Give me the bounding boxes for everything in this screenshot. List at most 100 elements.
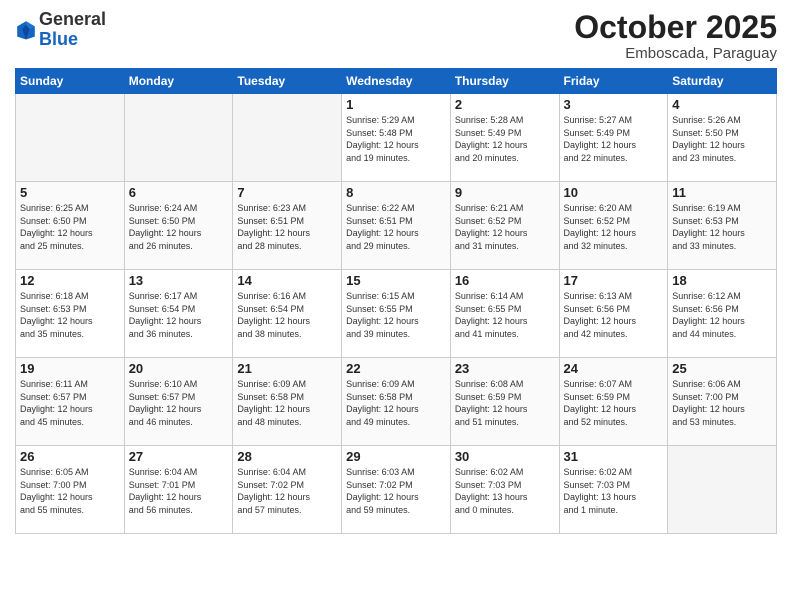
logo-icon: [15, 19, 37, 41]
day-info: Sunrise: 6:10 AM Sunset: 6:57 PM Dayligh…: [129, 378, 229, 428]
day-info: Sunrise: 6:09 AM Sunset: 6:58 PM Dayligh…: [346, 378, 446, 428]
weekday-header-thursday: Thursday: [450, 69, 559, 94]
calendar-cell: 1Sunrise: 5:29 AM Sunset: 5:48 PM Daylig…: [342, 94, 451, 182]
weekday-header-tuesday: Tuesday: [233, 69, 342, 94]
day-number: 28: [237, 449, 337, 464]
day-info: Sunrise: 5:29 AM Sunset: 5:48 PM Dayligh…: [346, 114, 446, 164]
day-number: 22: [346, 361, 446, 376]
day-number: 15: [346, 273, 446, 288]
calendar-cell: 8 Sunrise: 6:22 AM Sunset: 6:51 PM Daylig…: [342, 182, 451, 270]
calendar-cell: 28 Sunrise: 6:04 AM Sunset: 7:02 PM Dayli…: [233, 446, 342, 534]
calendar-cell: 15 Sunrise: 6:15 AM Sunset: 6:55 PM Dayli…: [342, 270, 451, 358]
week-row-3: 12 Sunrise: 6:18 AM Sunset: 6:53 PM Dayli…: [16, 270, 777, 358]
calendar-cell: 25Sunrise: 6:06 AM Sunset: 7:00 PM Dayli…: [668, 358, 777, 446]
day-info: Sunrise: 6:14 AM Sunset: 6:55 PM Dayligh…: [455, 290, 555, 340]
calendar-cell: 31 Sunrise: 6:02 AM Sunset: 7:03 PM Dayli…: [559, 446, 668, 534]
day-number: 11: [672, 185, 772, 200]
calendar-table: SundayMondayTuesdayWednesdayThursdayFrid…: [15, 68, 777, 534]
day-info: Sunrise: 6:03 AM Sunset: 7:02 PM Dayligh…: [346, 466, 446, 516]
day-number: 7: [237, 185, 337, 200]
day-info: Sunrise: 5:26 AM Sunset: 5:50 PM Dayligh…: [672, 114, 772, 164]
day-number: 23: [455, 361, 555, 376]
day-number: 5: [20, 185, 120, 200]
day-info: Sunrise: 6:25 AM Sunset: 6:50 PM Dayligh…: [20, 202, 120, 252]
calendar-cell: 22 Sunrise: 6:09 AM Sunset: 6:58 PM Dayli…: [342, 358, 451, 446]
day-info: Sunrise: 6:11 AM Sunset: 6:57 PM Dayligh…: [20, 378, 120, 428]
day-info: Sunrise: 6:09 AM Sunset: 6:58 PM Dayligh…: [237, 378, 337, 428]
day-number: 6: [129, 185, 229, 200]
location: Emboscada, Paraguay: [574, 45, 777, 62]
day-number: 19: [20, 361, 120, 376]
day-info: Sunrise: 6:04 AM Sunset: 7:02 PM Dayligh…: [237, 466, 337, 516]
day-number: 12: [20, 273, 120, 288]
calendar-cell: 6Sunrise: 6:24 AM Sunset: 6:50 PM Daylig…: [124, 182, 233, 270]
day-number: 17: [564, 273, 664, 288]
day-number: 8: [346, 185, 446, 200]
week-row-1: 1Sunrise: 5:29 AM Sunset: 5:48 PM Daylig…: [16, 94, 777, 182]
calendar-cell: 21 Sunrise: 6:09 AM Sunset: 6:58 PM Dayli…: [233, 358, 342, 446]
calendar-cell: 20 Sunrise: 6:10 AM Sunset: 6:57 PM Dayli…: [124, 358, 233, 446]
day-number: 14: [237, 273, 337, 288]
day-number: 13: [129, 273, 229, 288]
title-block: October 2025 Emboscada, Paraguay: [574, 10, 777, 62]
calendar-cell: 5 Sunrise: 6:25 AM Sunset: 6:50 PM Daylig…: [16, 182, 125, 270]
day-number: 2: [455, 97, 555, 112]
day-number: 27: [129, 449, 229, 464]
week-row-4: 19 Sunrise: 6:11 AM Sunset: 6:57 PM Dayli…: [16, 358, 777, 446]
day-info: Sunrise: 6:16 AM Sunset: 6:54 PM Dayligh…: [237, 290, 337, 340]
day-number: 29: [346, 449, 446, 464]
calendar-cell: 14 Sunrise: 6:16 AM Sunset: 6:54 PM Dayli…: [233, 270, 342, 358]
page: General Blue October 2025 Emboscada, Par…: [0, 0, 792, 612]
week-row-2: 5 Sunrise: 6:25 AM Sunset: 6:50 PM Daylig…: [16, 182, 777, 270]
day-number: 20: [129, 361, 229, 376]
weekday-header-sunday: Sunday: [16, 69, 125, 94]
calendar-cell: 30Sunrise: 6:02 AM Sunset: 7:03 PM Dayli…: [450, 446, 559, 534]
day-number: 21: [237, 361, 337, 376]
day-number: 18: [672, 273, 772, 288]
day-info: Sunrise: 6:23 AM Sunset: 6:51 PM Dayligh…: [237, 202, 337, 252]
day-info: Sunrise: 6:05 AM Sunset: 7:00 PM Dayligh…: [20, 466, 120, 516]
day-number: 24: [564, 361, 664, 376]
calendar-cell: 10Sunrise: 6:20 AM Sunset: 6:52 PM Dayli…: [559, 182, 668, 270]
header: General Blue October 2025 Emboscada, Par…: [15, 10, 777, 62]
day-info: Sunrise: 6:19 AM Sunset: 6:53 PM Dayligh…: [672, 202, 772, 252]
day-info: Sunrise: 6:13 AM Sunset: 6:56 PM Dayligh…: [564, 290, 664, 340]
weekday-header-friday: Friday: [559, 69, 668, 94]
week-row-5: 26Sunrise: 6:05 AM Sunset: 7:00 PM Dayli…: [16, 446, 777, 534]
weekday-header-row: SundayMondayTuesdayWednesdayThursdayFrid…: [16, 69, 777, 94]
day-number: 25: [672, 361, 772, 376]
calendar-cell: 13Sunrise: 6:17 AM Sunset: 6:54 PM Dayli…: [124, 270, 233, 358]
calendar-cell: 4 Sunrise: 5:26 AM Sunset: 5:50 PM Daylig…: [668, 94, 777, 182]
day-info: Sunrise: 6:02 AM Sunset: 7:03 PM Dayligh…: [564, 466, 664, 516]
calendar-cell: [16, 94, 125, 182]
calendar-cell: 2 Sunrise: 5:28 AM Sunset: 5:49 PM Daylig…: [450, 94, 559, 182]
weekday-header-wednesday: Wednesday: [342, 69, 451, 94]
calendar-cell: 3 Sunrise: 5:27 AM Sunset: 5:49 PM Daylig…: [559, 94, 668, 182]
day-info: Sunrise: 6:12 AM Sunset: 6:56 PM Dayligh…: [672, 290, 772, 340]
calendar-cell: 12 Sunrise: 6:18 AM Sunset: 6:53 PM Dayli…: [16, 270, 125, 358]
calendar-cell: 26Sunrise: 6:05 AM Sunset: 7:00 PM Dayli…: [16, 446, 125, 534]
weekday-header-saturday: Saturday: [668, 69, 777, 94]
day-info: Sunrise: 6:18 AM Sunset: 6:53 PM Dayligh…: [20, 290, 120, 340]
day-info: Sunrise: 6:15 AM Sunset: 6:55 PM Dayligh…: [346, 290, 446, 340]
day-number: 9: [455, 185, 555, 200]
logo: General Blue: [15, 10, 106, 50]
logo-blue: Blue: [39, 29, 78, 49]
day-info: Sunrise: 6:08 AM Sunset: 6:59 PM Dayligh…: [455, 378, 555, 428]
day-info: Sunrise: 6:22 AM Sunset: 6:51 PM Dayligh…: [346, 202, 446, 252]
day-info: Sunrise: 6:21 AM Sunset: 6:52 PM Dayligh…: [455, 202, 555, 252]
day-number: 31: [564, 449, 664, 464]
calendar-cell: 19 Sunrise: 6:11 AM Sunset: 6:57 PM Dayli…: [16, 358, 125, 446]
day-info: Sunrise: 5:27 AM Sunset: 5:49 PM Dayligh…: [564, 114, 664, 164]
day-info: Sunrise: 5:28 AM Sunset: 5:49 PM Dayligh…: [455, 114, 555, 164]
calendar-cell: [668, 446, 777, 534]
calendar-cell: 7 Sunrise: 6:23 AM Sunset: 6:51 PM Daylig…: [233, 182, 342, 270]
calendar-cell: 18 Sunrise: 6:12 AM Sunset: 6:56 PM Dayli…: [668, 270, 777, 358]
day-number: 4: [672, 97, 772, 112]
logo-text: General Blue: [39, 10, 106, 50]
calendar-cell: 29 Sunrise: 6:03 AM Sunset: 7:02 PM Dayli…: [342, 446, 451, 534]
day-info: Sunrise: 6:07 AM Sunset: 6:59 PM Dayligh…: [564, 378, 664, 428]
logo-general: General: [39, 9, 106, 29]
day-number: 3: [564, 97, 664, 112]
month-title: October 2025: [574, 10, 777, 45]
